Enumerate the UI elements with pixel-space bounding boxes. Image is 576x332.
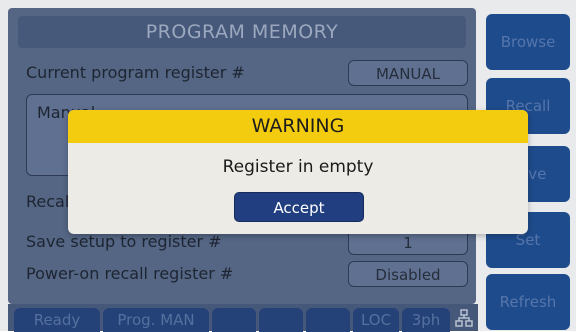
warning-dialog: WARNING Register in empty Accept	[68, 110, 528, 234]
app-screen: PROGRAM MEMORY Current program register …	[0, 0, 576, 332]
warning-title: WARNING	[68, 110, 528, 143]
warning-message: Register in empty	[222, 157, 374, 177]
accept-button[interactable]: Accept	[234, 192, 364, 222]
